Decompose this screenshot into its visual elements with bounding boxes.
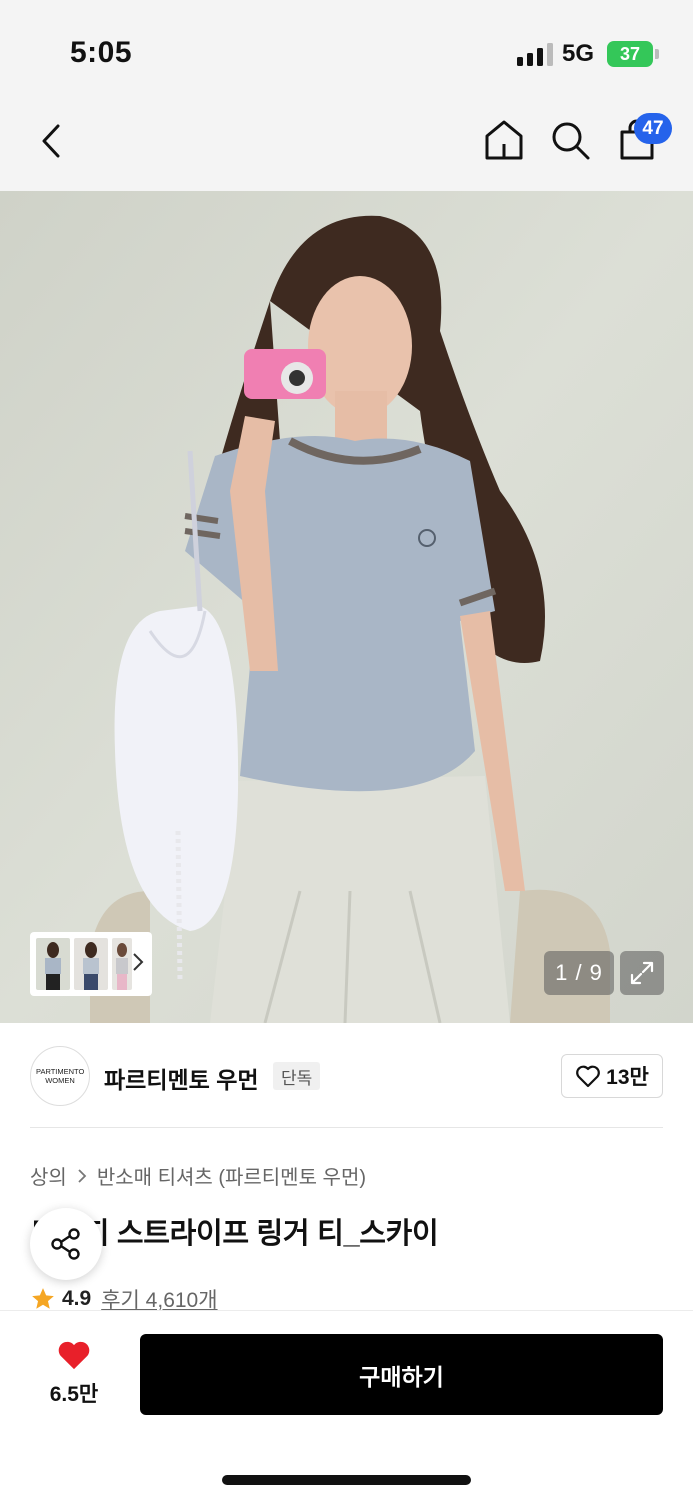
expand-button[interactable] (620, 951, 664, 995)
battery-level: 37 (619, 43, 641, 64)
status-bar: 5:05 5G 37 (0, 0, 693, 96)
battery-tip (655, 49, 659, 59)
buy-button[interactable]: 구매하기 (140, 1334, 663, 1415)
brand-logo[interactable]: PARTIMENTO WOMEN (30, 1046, 90, 1106)
cart-badge: 47 (634, 113, 672, 144)
heart-filled-icon (58, 1341, 90, 1370)
heart-outline-icon (576, 1065, 601, 1088)
exclusive-badge: 단독 (273, 1062, 321, 1090)
brand-logo-text: PARTIMENTO WOMEN (36, 1067, 85, 1085)
image-counter: 1 / 9 (544, 951, 614, 995)
home-indicator (222, 1475, 471, 1485)
wishlist-button[interactable]: 6.5만 (40, 1338, 108, 1408)
star-icon (32, 1288, 54, 1309)
breadcrumb-subcategory[interactable]: 반소매 티셔츠 (파르티멘토 우먼) (97, 1161, 366, 1190)
search-icon (552, 122, 590, 160)
breadcrumb-category[interactable]: 상의 (30, 1161, 67, 1190)
share-icon (51, 1228, 80, 1260)
back-button[interactable] (34, 120, 74, 162)
status-time: 5:05 (70, 36, 133, 69)
brand-like-count: 13만 (606, 1066, 649, 1089)
chevron-left-icon (42, 124, 60, 158)
top-nav (0, 96, 693, 191)
thumbnail-1[interactable] (36, 938, 70, 990)
thumbnail-strip[interactable] (30, 932, 152, 996)
wishlist-count: 6.5만 (49, 1383, 99, 1406)
brand-like-button[interactable]: 13만 (561, 1054, 663, 1098)
breadcrumb: 상의 반소매 티셔츠 (파르티멘토 우먼) (30, 1161, 366, 1190)
product-image[interactable] (0, 191, 693, 1023)
home-button[interactable] (482, 118, 526, 162)
battery-icon: 37 (607, 41, 653, 67)
chevron-right-icon (78, 1168, 87, 1183)
rating-score: 4.9 (62, 1287, 92, 1310)
home-icon (485, 120, 523, 160)
network-label: 5G (562, 40, 595, 67)
signal-icon (517, 42, 553, 66)
search-button[interactable] (548, 118, 592, 162)
thumbnail-3[interactable] (112, 938, 132, 990)
share-button[interactable] (30, 1208, 102, 1280)
brand-name[interactable]: 파르티멘토 우먼 (104, 1061, 259, 1095)
expand-icon (630, 961, 654, 985)
product-photo (0, 191, 693, 1023)
thumbnail-2[interactable] (74, 938, 108, 990)
chevron-right-icon (133, 953, 144, 971)
divider (30, 1127, 663, 1128)
